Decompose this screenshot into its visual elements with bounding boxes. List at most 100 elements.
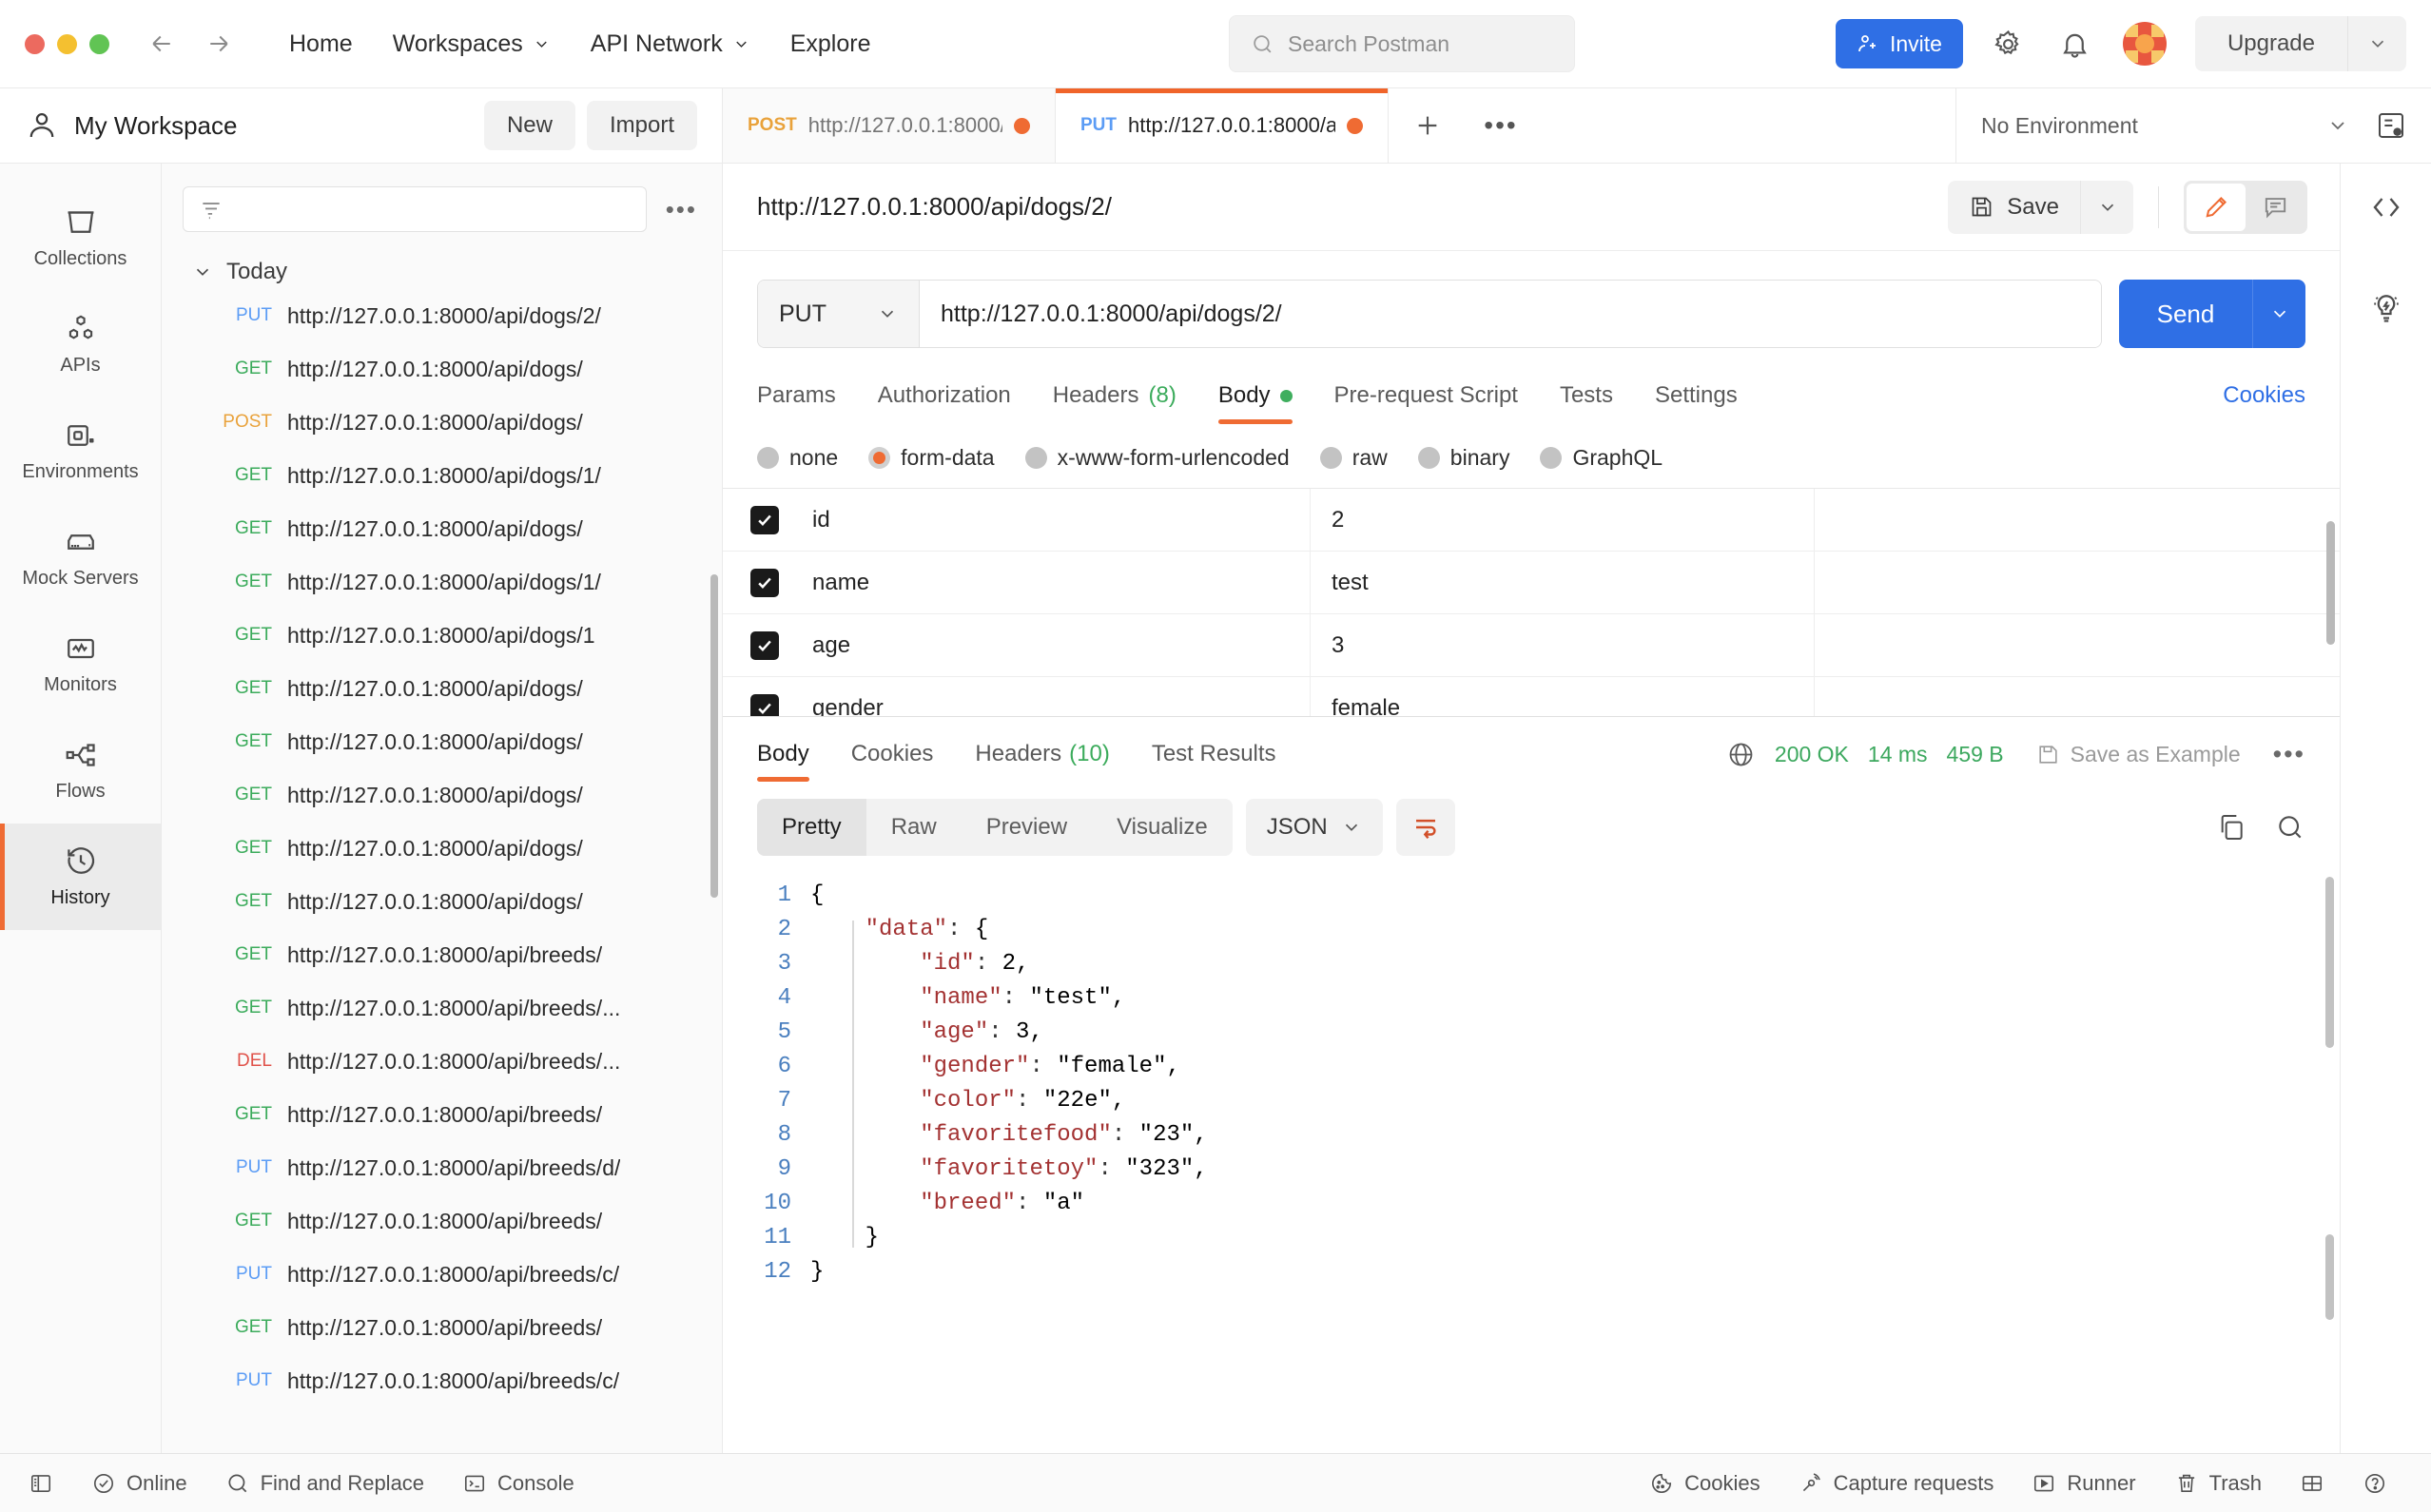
form-data-value[interactable]: female xyxy=(1311,677,1815,716)
history-list-item[interactable]: GEThttp://127.0.0.1:8000/api/dogs/ xyxy=(162,715,722,768)
bell-icon[interactable] xyxy=(2056,25,2094,63)
response-tab-headers[interactable]: Headers (10) xyxy=(954,717,1130,791)
history-options-icon[interactable]: ••• xyxy=(658,195,705,224)
history-filter-input[interactable] xyxy=(183,186,647,232)
nav-item-home[interactable]: Home xyxy=(269,23,373,66)
form-data-key[interactable]: gender xyxy=(807,677,1311,716)
form-data-description[interactable] xyxy=(1815,677,2340,716)
response-format-select[interactable]: JSON xyxy=(1246,799,1383,856)
history-list-item[interactable]: GEThttp://127.0.0.1:8000/api/dogs/1 xyxy=(162,609,722,662)
copy-icon[interactable] xyxy=(2216,812,2246,843)
history-list-item[interactable]: GEThttp://127.0.0.1:8000/api/breeds/ xyxy=(162,1194,722,1248)
history-list-item[interactable]: GEThttp://127.0.0.1:8000/api/dogs/ xyxy=(162,342,722,396)
save-button[interactable]: Save xyxy=(1948,181,2080,234)
history-list-item[interactable]: DELhttp://127.0.0.1:8000/api/breeds/... xyxy=(162,1035,722,1088)
history-list-item[interactable]: GEThttp://127.0.0.1:8000/api/breeds/ xyxy=(162,1088,722,1141)
tab-body[interactable]: Body xyxy=(1197,369,1313,424)
history-list-item[interactable]: PUThttp://127.0.0.1:8000/api/breeds/c/ xyxy=(162,1248,722,1301)
new-tab-plus-icon[interactable] xyxy=(1389,88,1467,163)
wrap-lines-icon[interactable] xyxy=(1396,799,1455,856)
sidebar-toggle-icon[interactable] xyxy=(25,1471,72,1496)
tab-tests[interactable]: Tests xyxy=(1539,369,1634,424)
view-mode-pretty[interactable]: Pretty xyxy=(757,799,866,856)
history-list-item[interactable]: GEThttp://127.0.0.1:8000/api/breeds/... xyxy=(162,981,722,1035)
form-data-key[interactable]: name xyxy=(807,552,1311,613)
sidebar-item-environments[interactable]: Environments xyxy=(0,397,161,504)
history-list-item[interactable]: GEThttp://127.0.0.1:8000/api/dogs/ xyxy=(162,875,722,928)
view-mode-visualize[interactable]: Visualize xyxy=(1092,799,1233,856)
nav-item-workspaces[interactable]: Workspaces xyxy=(373,23,571,66)
layout-icon[interactable] xyxy=(2281,1471,2343,1496)
form-data-description[interactable] xyxy=(1815,489,2340,551)
back-arrow-icon[interactable] xyxy=(147,29,176,58)
environment-quick-look-icon[interactable] xyxy=(2376,110,2406,141)
history-list-item[interactable]: GEThttp://127.0.0.1:8000/api/breeds/ xyxy=(162,928,722,981)
history-list-item[interactable]: POSThttp://127.0.0.1:8000/api/dogs/ xyxy=(162,396,722,449)
import-button[interactable]: Import xyxy=(587,101,697,150)
body-type-form-data[interactable]: form-data xyxy=(868,445,994,471)
view-mode-raw[interactable]: Raw xyxy=(866,799,962,856)
history-list-item[interactable]: GEThttp://127.0.0.1:8000/api/breeds/ xyxy=(162,1301,722,1354)
environment-selected[interactable]: No Environment xyxy=(1981,113,2313,139)
maximize-window-button[interactable] xyxy=(89,34,109,54)
form-data-description[interactable] xyxy=(1815,614,2340,676)
edit-pencil-icon[interactable] xyxy=(2187,184,2246,231)
history-list-item[interactable]: GEThttp://127.0.0.1:8000/api/dogs/ xyxy=(162,662,722,715)
minimize-window-button[interactable] xyxy=(57,34,77,54)
history-list-item[interactable]: GEThttp://127.0.0.1:8000/api/dogs/ xyxy=(162,768,722,822)
sidebar-item-collections[interactable]: Collections xyxy=(0,184,161,291)
cookies-button[interactable]: Cookies xyxy=(1645,1471,1779,1496)
url-input[interactable]: http://127.0.0.1:8000/api/dogs/2/ xyxy=(920,281,2101,347)
upgrade-button[interactable]: Upgrade xyxy=(2195,16,2347,71)
chevron-down-icon[interactable] xyxy=(2080,181,2133,234)
forward-arrow-icon[interactable] xyxy=(204,29,233,58)
checkbox-checked-icon[interactable] xyxy=(750,569,779,597)
nav-item-api-network[interactable]: API Network xyxy=(571,23,770,66)
save-as-example-button[interactable]: Save as Example xyxy=(2036,742,2241,767)
history-list-item[interactable]: PUThttp://127.0.0.1:8000/api/dogs/2/ xyxy=(162,289,722,342)
search-input[interactable]: Search Postman xyxy=(1229,15,1575,72)
request-tab-put[interactable]: PUT http://127.0.0.1:8000/ap xyxy=(1056,88,1389,163)
form-data-value[interactable]: 2 xyxy=(1311,489,1815,551)
request-tab-post[interactable]: POST http://127.0.0.1:8000/a xyxy=(723,88,1056,163)
trash-button[interactable]: Trash xyxy=(2155,1471,2281,1496)
form-data-scrollbar[interactable] xyxy=(2326,521,2335,645)
history-list-item[interactable]: GEThttp://127.0.0.1:8000/api/dogs/ xyxy=(162,502,722,555)
body-type-x-www-form-urlencoded[interactable]: x-www-form-urlencoded xyxy=(1025,445,1290,471)
history-list[interactable]: PUThttp://127.0.0.1:8000/api/dogs/2/GETh… xyxy=(162,289,722,1453)
response-tab-test-results[interactable]: Test Results xyxy=(1131,717,1297,791)
sidebar-item-apis[interactable]: APIs xyxy=(0,291,161,397)
console-button[interactable]: Console xyxy=(443,1471,593,1496)
nav-item-explore[interactable]: Explore xyxy=(770,23,891,66)
checkbox-checked-icon[interactable] xyxy=(750,694,779,717)
gear-icon[interactable] xyxy=(1990,25,2028,63)
send-button[interactable]: Send xyxy=(2119,280,2252,348)
body-type-graphql[interactable]: GraphQL xyxy=(1540,445,1663,471)
form-data-value[interactable]: test xyxy=(1311,552,1815,613)
form-data-key[interactable]: id xyxy=(807,489,1311,551)
tab-headers[interactable]: Headers (8) xyxy=(1032,369,1197,424)
response-body-code[interactable]: 123456789101112 { "data": { "id": 2, "na… xyxy=(723,863,2340,1453)
checkbox-checked-icon[interactable] xyxy=(750,631,779,660)
avatar[interactable] xyxy=(2123,22,2167,66)
tab-settings[interactable]: Settings xyxy=(1634,369,1759,424)
sidebar-item-mock-servers[interactable]: Mock Servers xyxy=(0,504,161,611)
help-icon[interactable] xyxy=(2343,1471,2406,1496)
status-online[interactable]: Online xyxy=(72,1471,206,1496)
chevron-down-icon[interactable] xyxy=(2347,16,2406,71)
code-scrollbar-bottom[interactable] xyxy=(2325,1234,2334,1320)
invite-button[interactable]: Invite xyxy=(1836,19,1963,68)
response-tab-cookies[interactable]: Cookies xyxy=(830,717,955,791)
method-select[interactable]: PUT xyxy=(758,281,920,347)
view-mode-preview[interactable]: Preview xyxy=(962,799,1092,856)
response-tab-body[interactable]: Body xyxy=(757,717,830,791)
history-scrollbar[interactable] xyxy=(710,574,718,898)
response-options-icon[interactable]: ••• xyxy=(2273,740,2305,769)
tab-pre-request-script[interactable]: Pre-request Script xyxy=(1313,369,1539,424)
history-list-item[interactable]: PUThttp://127.0.0.1:8000/api/breeds/d/ xyxy=(162,1141,722,1194)
sidebar-item-monitors[interactable]: Monitors xyxy=(0,611,161,717)
tab-options-icon[interactable]: ••• xyxy=(1467,88,1535,163)
form-data-description[interactable] xyxy=(1815,552,2340,613)
body-type-none[interactable]: none xyxy=(757,445,838,471)
code-scrollbar-top[interactable] xyxy=(2325,877,2334,1048)
